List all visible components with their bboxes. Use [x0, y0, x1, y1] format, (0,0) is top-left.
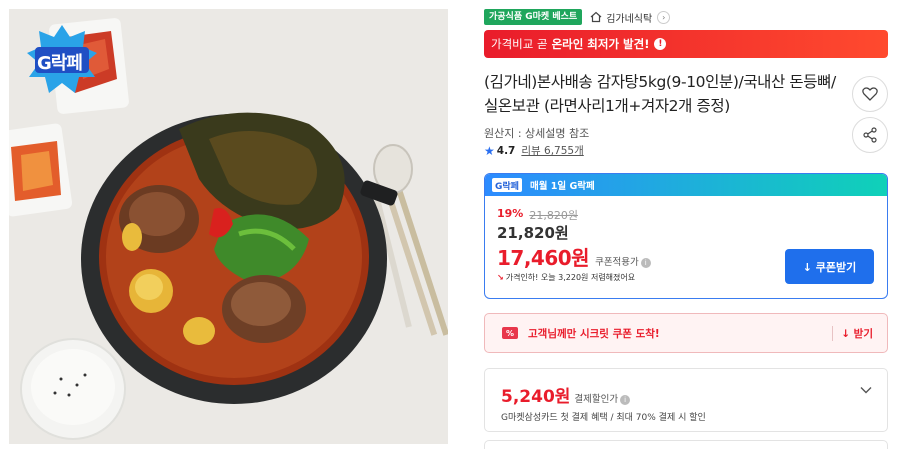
- card-discount-label: 결제할인가: [574, 394, 619, 405]
- coupon-applied-label: 쿠폰적용가 i: [595, 254, 651, 268]
- card-discount-box[interactable]: 5,240원 결제할인가 i G마켓삼성카드 첫 결제 혜택 / 최대 70% …: [484, 368, 888, 432]
- heart-icon: [862, 87, 878, 101]
- alert-icon: !: [654, 38, 667, 50]
- coupon-price: 17,460원: [497, 246, 590, 270]
- best-tag[interactable]: 가공식품 G마켓 베스트: [484, 9, 583, 25]
- sale-price: 21,820원: [497, 224, 569, 242]
- info-icon[interactable]: i: [640, 257, 651, 268]
- rating-row: ★ 4.7 리뷰 6,755개: [484, 143, 584, 158]
- wishlist-button[interactable]: [852, 76, 888, 112]
- store-name: 김가네식탁: [606, 13, 653, 25]
- product-info-panel: 가공식품 G마켓 베스트 김가네식탁 › 가격비교 곧 온라인 최저가 발견! …: [484, 8, 888, 449]
- lowest-price-banner[interactable]: 가격비교 곧 온라인 최저가 발견! !: [484, 30, 888, 58]
- share-icon: [863, 127, 877, 143]
- original-price: 21,820원: [529, 209, 578, 222]
- review-link[interactable]: 리뷰 6,755개: [521, 143, 583, 158]
- chevron-down-icon[interactable]: [859, 383, 873, 397]
- coupon-icon: %: [502, 327, 518, 339]
- saving-note: ↘ 가격인하! 오늘 3,220원 저렴해졌어요: [497, 272, 635, 283]
- card-discount-amount: 5,240원: [501, 387, 571, 407]
- lowest-highlight: 온라인 최저가 발견!: [551, 37, 650, 51]
- badge-text: G락페: [37, 53, 83, 74]
- star-icon: ★: [484, 143, 495, 158]
- price-down-icon: ↘: [497, 273, 504, 282]
- lowest-prefix: 가격비교 곧: [491, 37, 548, 51]
- product-image: G락페: [9, 9, 448, 444]
- card-price-row: 5,240원 결제할인가 i: [501, 382, 631, 407]
- g-festival-badge: G락페: [25, 23, 99, 97]
- coupon-applied-text: 쿠폰적용가: [595, 257, 639, 268]
- product-title: (김가네)본사배송 감자탕5kg(9-10인분)/국내산 돈등뼈/실온보관 (라…: [484, 73, 836, 115]
- saving-note-text: 가격인하! 오늘 3,220원 저렴해졌어요: [505, 273, 636, 282]
- rating-score: 4.7: [496, 144, 516, 157]
- price-box: G락페 매월 1일 G락페 19% 21,820원 21,820원 17,460…: [484, 173, 888, 299]
- secret-coupon-banner[interactable]: % 고객님께만 시크릿 쿠폰 도착! ↓ 받기: [484, 313, 888, 353]
- origin-info: 원산지 : 상세설명 참조: [484, 127, 590, 140]
- price-header-text: 매월 1일 G락페: [530, 181, 595, 192]
- card-discount-desc: G마켓삼성카드 첫 결제 혜택 / 최대 70% 결제 시 할인: [501, 413, 706, 423]
- coupon-download-button[interactable]: ↓ 쿠폰받기: [785, 249, 874, 284]
- g-festival-mini-badge: G락페: [492, 178, 522, 192]
- discount-row: 19% 21,820원: [497, 207, 578, 223]
- next-section-box: [484, 440, 888, 449]
- final-price-row: 17,460원 쿠폰적용가 i: [497, 242, 651, 271]
- info-icon[interactable]: i: [620, 395, 631, 405]
- store-link[interactable]: 김가네식탁 ›: [590, 10, 671, 25]
- share-button[interactable]: [852, 117, 888, 153]
- chevron-right-icon: ›: [657, 10, 671, 24]
- secret-coupon-get-button[interactable]: ↓ 받기: [832, 326, 873, 341]
- discount-percent: 19%: [497, 207, 524, 220]
- secret-coupon-text: 고객님께만 시크릿 쿠폰 도착!: [528, 327, 660, 340]
- top-row: 가공식품 G마켓 베스트 김가네식탁 ›: [484, 8, 888, 26]
- price-header: G락페 매월 1일 G락페: [485, 174, 887, 196]
- home-icon: [590, 11, 602, 23]
